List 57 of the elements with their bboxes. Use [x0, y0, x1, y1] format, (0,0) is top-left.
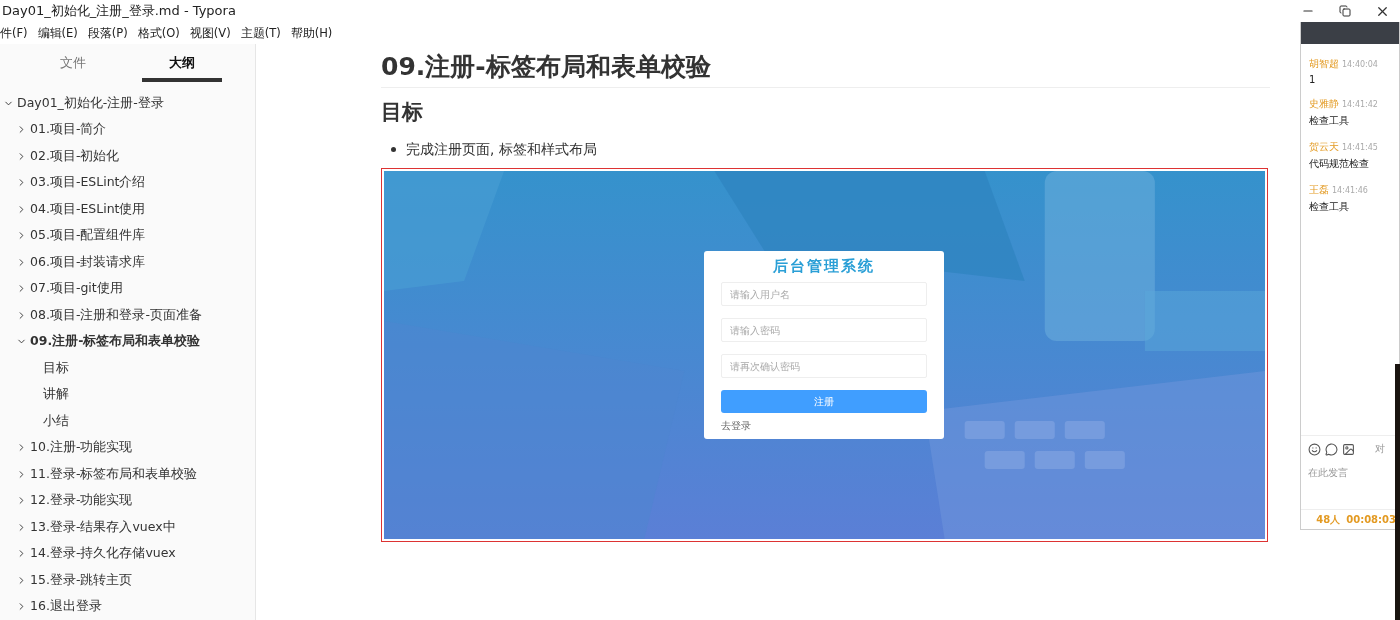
outline-item[interactable]: 03.项目-ESLint介绍: [0, 169, 255, 196]
outline-item[interactable]: 08.项目-注册和登录-页面准备: [0, 301, 255, 329]
input-field[interactable]: 请再次确认密码: [720, 354, 927, 378]
menu-item[interactable]: 段落(P): [87, 25, 128, 41]
outline-item[interactable]: 04.项目-ESLint使用: [0, 195, 255, 223]
window-title: Day01_初始化_注册_登录.md - Typora: [2, 2, 236, 20]
outline-item[interactable]: 05.项目-配置组件库: [0, 222, 255, 249]
section-heading: 目标: [381, 99, 424, 126]
form-title: 后台管理系统: [771, 257, 876, 276]
menu-item[interactable]: 格式(O): [137, 25, 180, 41]
outline-item[interactable]: 07.项目-git使用: [0, 275, 255, 302]
message-time: 14:41:45: [1342, 143, 1378, 152]
bullet-icon: [391, 146, 396, 152]
bullet-text: 完成注册页面, 标签和样式布局: [406, 140, 597, 159]
message-text: 1: [1309, 74, 1317, 85]
image-icon[interactable]: [1342, 442, 1355, 456]
sender-name: 王磊: [1309, 184, 1329, 195]
message-text: 检查工具: [1309, 200, 1350, 214]
sender-name: 史雅静: [1309, 98, 1339, 109]
outline-item[interactable]: 小结: [0, 407, 255, 435]
outline-item[interactable]: 13.登录-结果存入vuex中: [0, 513, 255, 541]
sidebar-tab[interactable]: 文件: [32, 50, 113, 82]
outline-item[interactable]: 06.项目-封装请求库: [0, 248, 255, 276]
message-time: 14:41:46: [1332, 186, 1368, 195]
message-text: 检查工具: [1309, 114, 1350, 128]
menu-item[interactable]: 件(F): [0, 25, 28, 41]
outline-item[interactable]: 16.退出登录: [0, 593, 255, 620]
outline-item[interactable]: 01.项目-简介: [0, 116, 255, 143]
outline-item[interactable]: 讲解: [0, 381, 255, 408]
outline-item[interactable]: 11.登录-标签布局和表单校验: [0, 460, 255, 488]
message-text: 代码规范检查: [1309, 157, 1370, 171]
outline-item[interactable]: 目标: [0, 354, 255, 382]
participant-count: 48人: [1316, 512, 1341, 527]
sender-name: 胡智超: [1309, 58, 1339, 69]
menu-item[interactable]: 主题(T): [240, 25, 281, 41]
menu-item[interactable]: 帮助(H): [290, 25, 333, 41]
sidebar-tab[interactable]: 大纲: [142, 50, 223, 82]
emoji-icon[interactable]: [1308, 442, 1321, 456]
elapsed-time: 00:08:03: [1346, 514, 1396, 525]
outline-item[interactable]: Day01_初始化-注册-登录: [0, 89, 255, 117]
menu-item[interactable]: 编辑(E): [37, 25, 78, 41]
restore-icon[interactable]: [1339, 5, 1351, 17]
outline-item[interactable]: 15.登录-跳转主页: [0, 566, 255, 594]
speech-bubble-icon[interactable]: [1325, 442, 1338, 456]
outline-item[interactable]: 10.注册-功能实现: [0, 434, 255, 461]
outline-item[interactable]: 12.登录-功能实现: [0, 487, 255, 514]
document-heading: 09.注册-标签布局和表单校验: [381, 50, 1270, 88]
outline-item[interactable]: 09.注册-标签布局和表单校验: [0, 328, 255, 355]
message-time: 14:41:42: [1342, 100, 1378, 109]
input-field[interactable]: 请输入用户名: [720, 282, 927, 306]
outline-item[interactable]: 14.登录-持久化存储vuex: [0, 540, 255, 567]
login-link[interactable]: 去登录: [720, 419, 751, 433]
outline-item[interactable]: 02.项目-初始化: [0, 142, 255, 170]
sender-name: 贺云天: [1309, 141, 1339, 152]
menu-item[interactable]: 视图(V): [189, 25, 231, 41]
message-time: 14:40:04: [1342, 60, 1378, 69]
input-field[interactable]: 请输入密码: [720, 318, 927, 342]
